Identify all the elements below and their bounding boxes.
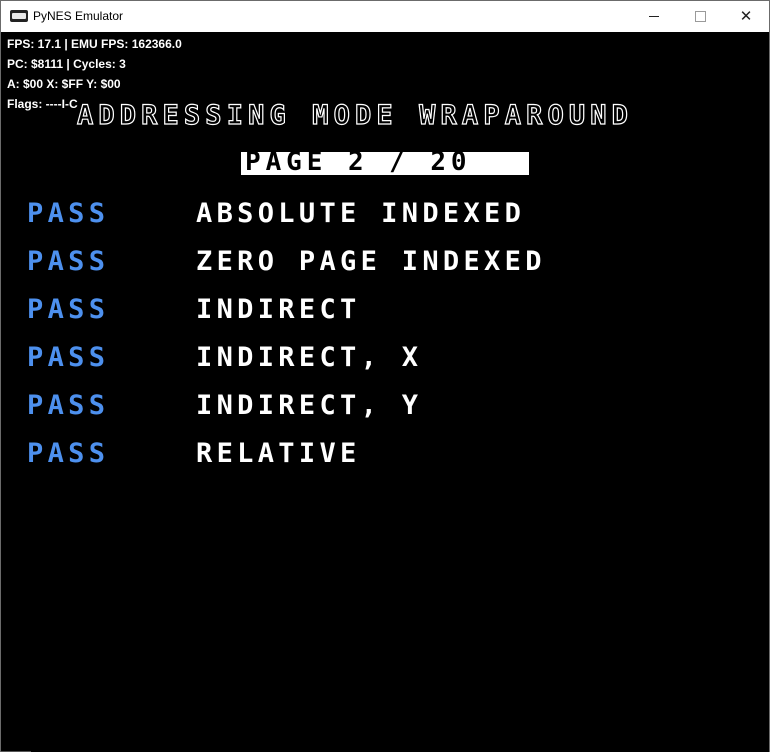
result-name: ABSOLUTE INDEXED bbox=[196, 198, 526, 229]
hud-flags: Flags: ----I-C bbox=[7, 97, 78, 111]
close-icon: ✕ bbox=[739, 7, 753, 25]
title-bar[interactable]: PyNES Emulator ✕ bbox=[1, 1, 769, 32]
emulator-screen[interactable]: FPS: 17.1 | EMU FPS: 162366.0 PC: $8111 … bbox=[1, 32, 769, 752]
test-title: ADDRESSING MODE WRAPAROUND bbox=[76, 100, 634, 131]
close-button[interactable]: ✕ bbox=[723, 1, 769, 32]
result-status: PASS bbox=[27, 390, 110, 421]
result-name: ZERO PAGE INDEXED bbox=[196, 246, 546, 277]
result-name: INDIRECT bbox=[196, 294, 361, 325]
window-title: PyNES Emulator bbox=[33, 9, 124, 23]
hud-fps: FPS: 17.1 | EMU FPS: 162366.0 bbox=[7, 37, 182, 51]
minimize-button[interactable] bbox=[631, 1, 677, 32]
result-status: PASS bbox=[27, 198, 110, 229]
result-status: PASS bbox=[27, 294, 110, 325]
result-name: RELATIVE bbox=[196, 438, 361, 469]
emulator-window: PyNES Emulator ✕ FPS: 17.1 | EMU FPS: 16… bbox=[0, 0, 770, 752]
result-status: PASS bbox=[27, 342, 110, 373]
maximize-button[interactable] bbox=[677, 1, 723, 32]
result-name: INDIRECT, X bbox=[196, 342, 423, 373]
result-name: INDIRECT, Y bbox=[196, 390, 423, 421]
pynes-app-icon bbox=[10, 10, 28, 22]
page-label: PAGE 2 / 20 bbox=[245, 147, 472, 177]
result-status: PASS bbox=[27, 246, 110, 277]
minimize-icon bbox=[649, 16, 659, 17]
hud-registers: A: $00 X: $FF Y: $00 bbox=[7, 77, 121, 91]
hud-pc: PC: $8111 | Cycles: 3 bbox=[7, 57, 126, 71]
result-status: PASS bbox=[27, 438, 110, 469]
maximize-icon bbox=[694, 11, 706, 22]
